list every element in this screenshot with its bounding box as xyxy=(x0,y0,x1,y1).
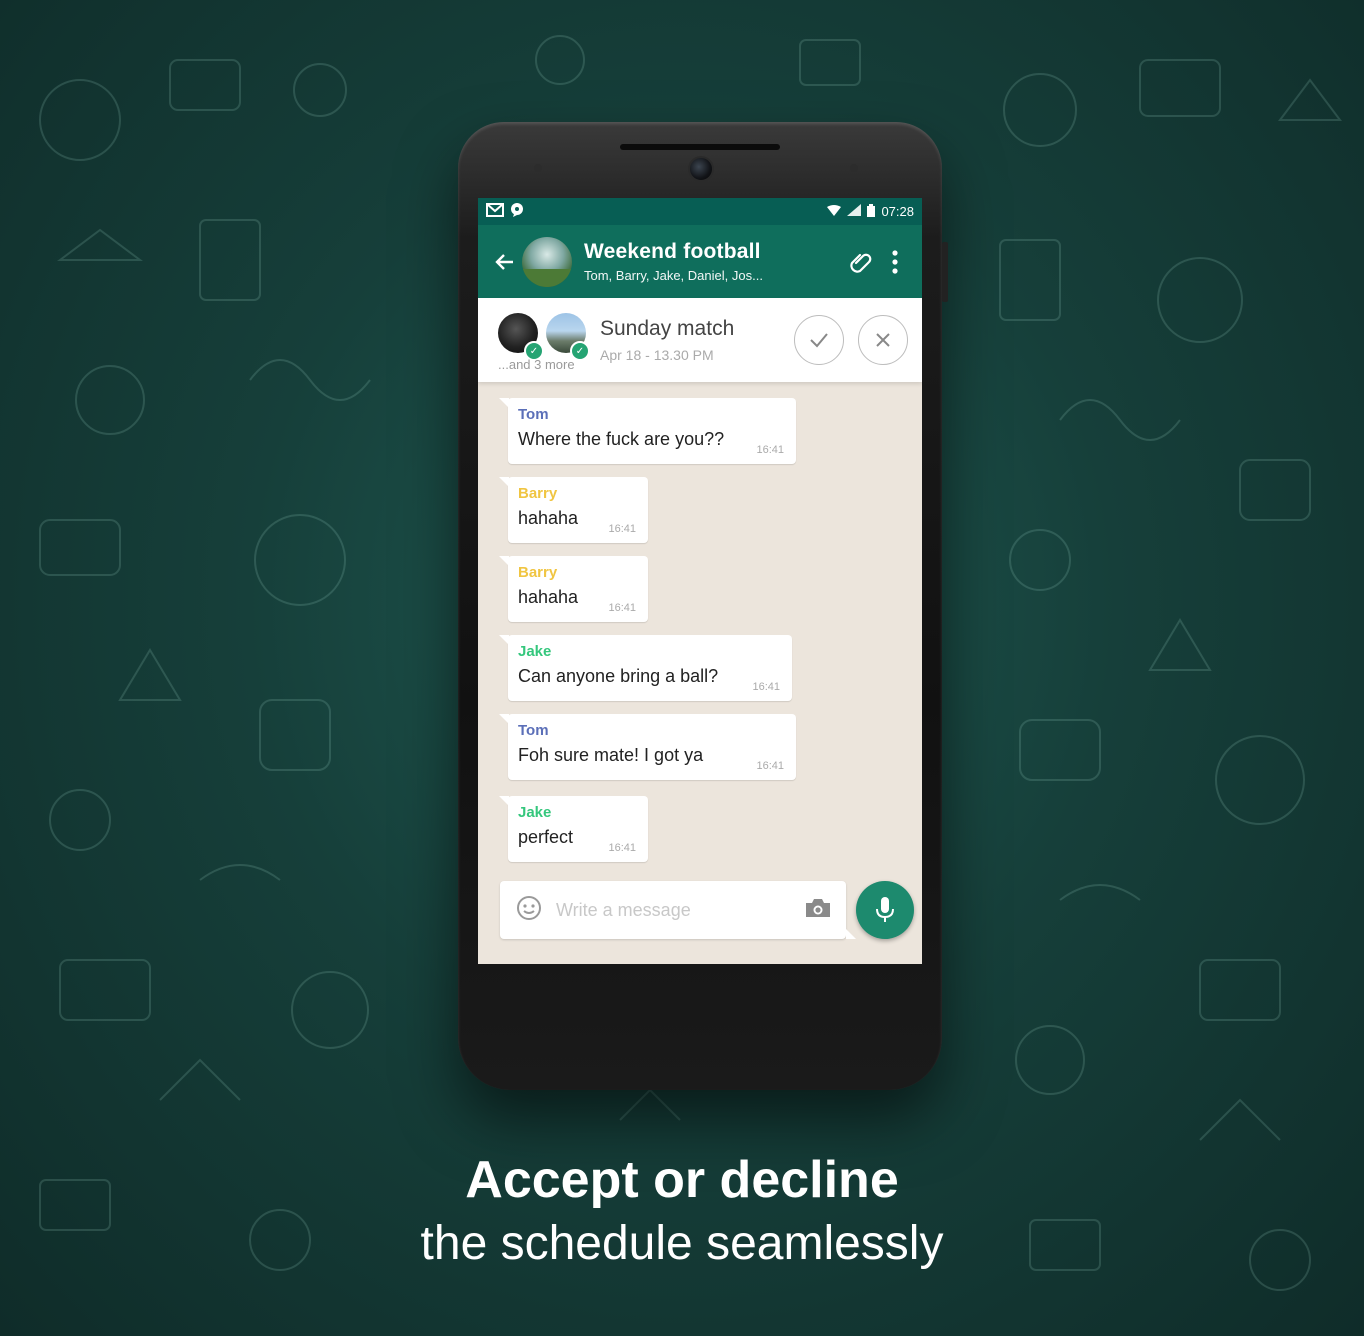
message-bubble[interactable]: Jake perfect 16:41 xyxy=(499,796,648,862)
chat-title-block[interactable]: Weekend football Tom, Barry, Jake, Danie… xyxy=(584,240,844,283)
message-bubble[interactable]: Barry hahaha 16:41 xyxy=(499,477,648,543)
message-input[interactable]: Write a message xyxy=(556,900,804,921)
message-text: hahaha xyxy=(518,587,579,607)
message-time: 16:41 xyxy=(608,523,636,535)
phone-sensor xyxy=(534,164,542,172)
decline-button[interactable] xyxy=(858,315,908,365)
message-sender: Jake xyxy=(518,643,552,660)
event-info: Sunday match Apr 18 - 13.30 PM xyxy=(600,317,780,363)
message-bubble[interactable]: Jake Can anyone bring a ball? 16:41 xyxy=(499,635,792,701)
checkmark-icon xyxy=(810,333,828,348)
message-sender: Barry xyxy=(518,564,558,581)
gmail-icon xyxy=(486,203,504,220)
signal-icon xyxy=(847,204,862,219)
message-bubble[interactable]: Tom Foh sure mate! I got ya 16:41 xyxy=(499,714,796,780)
message-text: hahaha xyxy=(518,508,579,528)
message-composer[interactable]: Write a message xyxy=(500,881,856,939)
message-bubble[interactable]: Barry hahaha 16:41 xyxy=(499,556,648,622)
chat-notification-icon xyxy=(510,203,524,220)
more-attendees-label: ...and 3 more xyxy=(498,357,575,372)
message-text: Where the fuck are you?? xyxy=(518,429,725,449)
message-time: 16:41 xyxy=(752,681,780,693)
chat-header: Weekend football Tom, Barry, Jake, Danie… xyxy=(478,225,922,298)
message-sender: Tom xyxy=(518,406,549,423)
emoji-icon[interactable] xyxy=(516,895,542,926)
close-icon xyxy=(876,333,890,347)
back-arrow-icon[interactable] xyxy=(490,248,518,276)
phone-device: 07:28 Weekend football Tom, Barry, Jake,… xyxy=(458,122,948,1090)
chat-participants: Tom, Barry, Jake, Daniel, Jos... xyxy=(584,268,763,283)
wifi-icon xyxy=(827,204,842,219)
phone-sensor xyxy=(850,164,858,172)
message-sender: Jake xyxy=(518,804,552,821)
battery-icon xyxy=(867,203,876,220)
message-sender: Tom xyxy=(518,722,549,739)
schedule-banner: ✓ ✓ ...and 3 more Sunday match Apr 18 - … xyxy=(478,298,922,382)
microphone-icon xyxy=(876,897,894,922)
phone-side-button xyxy=(942,242,948,302)
caption-headline: Accept or decline xyxy=(465,1151,899,1209)
message-text: perfect xyxy=(518,827,574,847)
message-text: Foh sure mate! I got ya xyxy=(518,745,704,765)
clock: 07:28 xyxy=(881,204,914,219)
message-time: 16:41 xyxy=(756,444,784,456)
message-sender: Barry xyxy=(518,485,558,502)
chat-title: Weekend football xyxy=(584,240,761,263)
attach-paperclip-icon[interactable] xyxy=(844,242,878,282)
message-time: 16:41 xyxy=(608,842,636,854)
caption-subline: the schedule seamlessly xyxy=(420,1217,944,1270)
message-time: 16:41 xyxy=(756,760,784,772)
message-time: 16:41 xyxy=(608,602,636,614)
message-bubble[interactable]: Tom Where the fuck are you?? 16:41 xyxy=(499,398,796,464)
message-text: Can anyone bring a ball? xyxy=(518,666,719,686)
camera-icon[interactable] xyxy=(804,897,832,924)
more-options-icon[interactable] xyxy=(878,242,912,282)
group-avatar[interactable] xyxy=(522,236,572,287)
status-bar: 07:28 xyxy=(478,198,922,225)
event-date: Apr 18 - 13.30 PM xyxy=(600,347,714,363)
front-camera xyxy=(688,156,714,182)
phone-screen: 07:28 Weekend football Tom, Barry, Jake,… xyxy=(478,198,922,964)
attendee-avatars: ✓ ✓ ...and 3 more xyxy=(498,305,590,375)
phone-speaker xyxy=(620,144,780,150)
accept-button[interactable] xyxy=(794,315,844,365)
message-list: Tom Where the fuck are you?? 16:41 Barry… xyxy=(478,382,922,898)
voice-record-button[interactable] xyxy=(856,881,914,939)
event-title: Sunday match xyxy=(600,317,735,340)
